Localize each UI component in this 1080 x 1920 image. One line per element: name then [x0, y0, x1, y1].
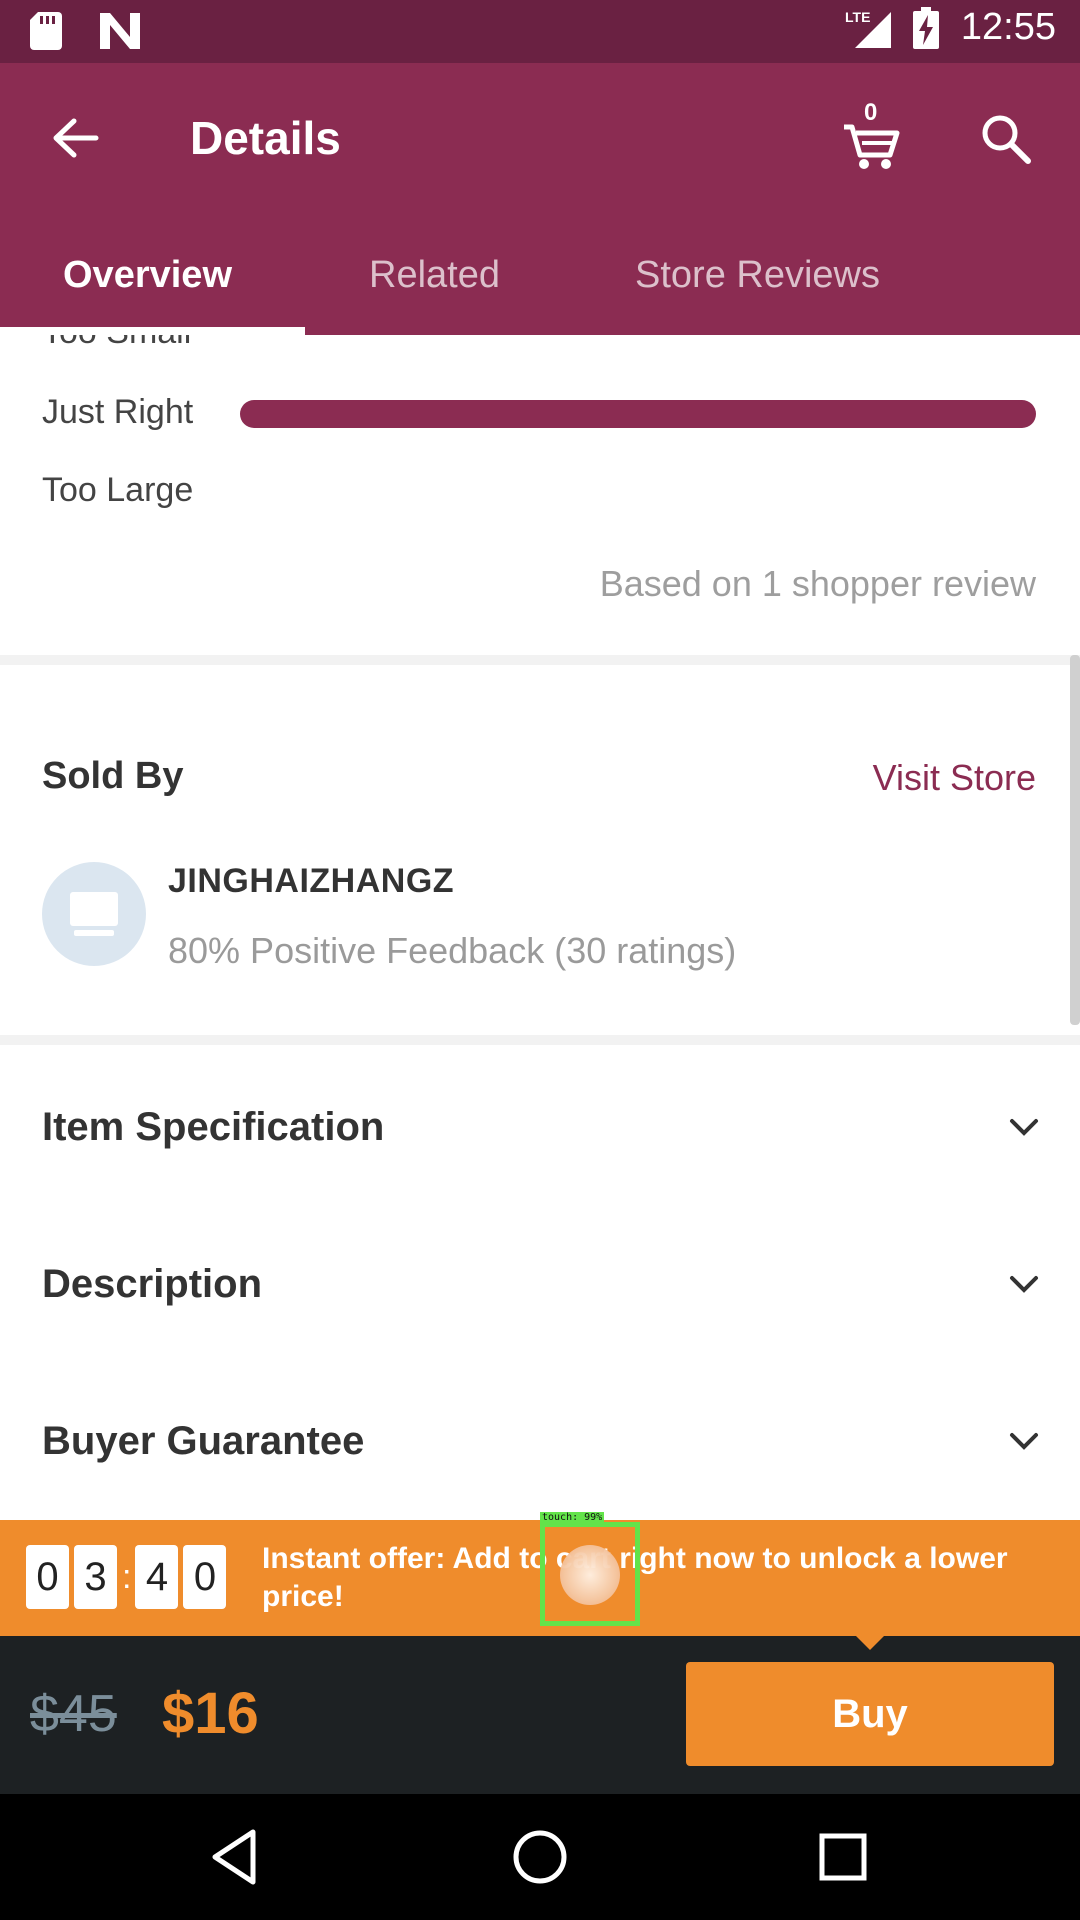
- buyer-guarantee-label: Buyer Guarantee: [42, 1419, 365, 1463]
- touch-detection-label: touch: 99%: [540, 1512, 605, 1523]
- sold-by-heading: Sold By: [42, 755, 184, 797]
- status-bar: LTE 12:55: [0, 0, 1080, 63]
- timer-digit: 0: [26, 1545, 69, 1609]
- svg-text:LTE: LTE: [845, 9, 870, 25]
- visit-store-link[interactable]: Visit Store: [873, 757, 1036, 799]
- buy-button[interactable]: Buy: [686, 1662, 1054, 1766]
- overview-content[interactable]: Too Small Just Right Too Large Based on …: [0, 335, 1080, 1520]
- timer-digit: 0: [183, 1545, 227, 1609]
- timer-colon: :: [122, 1557, 132, 1596]
- page-title: Details: [190, 112, 341, 164]
- tab-overview[interactable]: Overview: [63, 225, 232, 335]
- item-specification-row[interactable]: Item Specification: [0, 1083, 1080, 1173]
- sale-price: $16: [162, 1681, 259, 1746]
- countdown-timer: 0 3 : 4 0: [26, 1545, 231, 1609]
- store-name[interactable]: JINGHAIZHANGZ: [168, 862, 454, 901]
- active-tab-indicator: [0, 327, 305, 335]
- fit-label-just-right: Just Right: [42, 393, 194, 431]
- store-monitor-icon: [70, 892, 118, 926]
- review-count-note: Based on 1 shopper review: [599, 563, 1036, 604]
- section-divider: [0, 1035, 1080, 1045]
- purchase-bar: $45 $16 Buy: [0, 1636, 1080, 1794]
- timer-digit: 4: [135, 1545, 179, 1609]
- timer-digit: 3: [74, 1545, 117, 1609]
- store-feedback: 80% Positive Feedback (30 ratings): [168, 930, 737, 971]
- fit-label-too-small: Too Small: [42, 335, 191, 352]
- back-arrow-icon[interactable]: [50, 113, 100, 163]
- tab-store-reviews[interactable]: Store Reviews: [635, 225, 880, 335]
- tab-related[interactable]: Related: [369, 225, 500, 335]
- system-nav-bar: [0, 1794, 1080, 1920]
- clock: 12:55: [960, 6, 1056, 48]
- fit-bar-just-right: [240, 400, 1036, 428]
- store-avatar[interactable]: [42, 862, 146, 966]
- scrollbar[interactable]: [1070, 655, 1080, 1025]
- section-divider: [0, 655, 1080, 665]
- battery-charging-icon: [912, 6, 939, 49]
- back-triangle-icon[interactable]: [203, 1824, 269, 1890]
- search-icon[interactable]: [978, 111, 1034, 167]
- fit-label-too-large: Too Large: [42, 471, 194, 509]
- instant-offer-text: Instant offer: Add to cart right now to …: [262, 1542, 1008, 1613]
- cart-count-badge: 0: [864, 99, 878, 126]
- cart-button[interactable]: 0: [840, 99, 902, 171]
- chevron-down-icon: [1010, 1119, 1038, 1136]
- chevron-down-icon: [1010, 1276, 1038, 1293]
- touch-detection-box: [540, 1522, 640, 1626]
- description-row[interactable]: Description: [0, 1240, 1080, 1330]
- lte-signal-icon: LTE: [845, 9, 891, 48]
- sd-card-icon: [30, 12, 62, 50]
- recents-square-icon[interactable]: [810, 1824, 876, 1890]
- buyer-guarantee-row[interactable]: Buyer Guarantee: [0, 1397, 1080, 1487]
- chevron-down-icon: [1010, 1433, 1038, 1450]
- n-logo-icon: [100, 13, 140, 49]
- description-label: Description: [42, 1262, 263, 1306]
- banner-pointer: [856, 1636, 884, 1650]
- original-price: $45: [30, 1685, 117, 1743]
- store-monitor-stand: [74, 930, 114, 936]
- home-circle-icon[interactable]: [507, 1824, 573, 1890]
- tab-bar: Overview Related Store Reviews: [0, 225, 1080, 335]
- item-specification-label: Item Specification: [42, 1105, 385, 1149]
